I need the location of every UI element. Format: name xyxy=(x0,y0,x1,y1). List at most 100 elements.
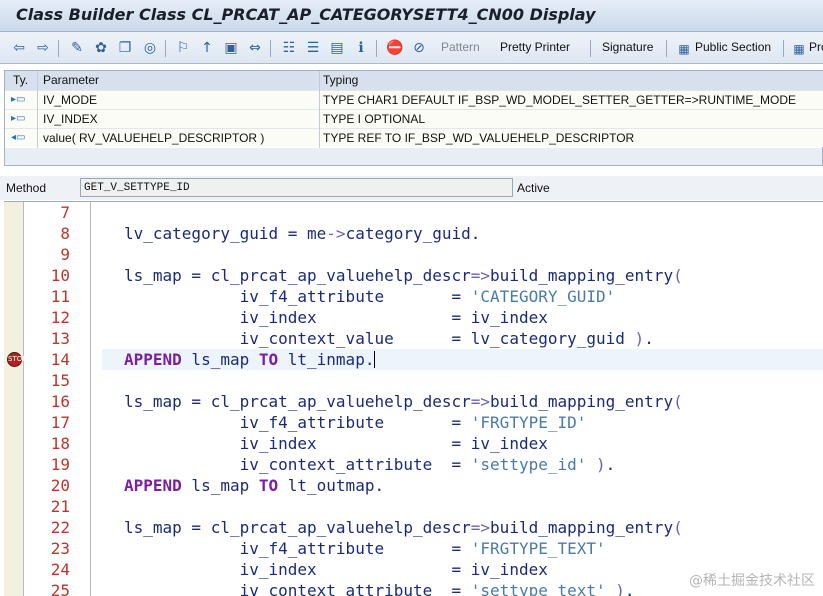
title-bar: Class Builder Class CL_PRCAT_AP_CATEGORY… xyxy=(0,0,823,32)
line-number: 22 xyxy=(50,518,70,537)
line-number: 10 xyxy=(50,266,70,285)
protected-section-icon: ▦ xyxy=(793,42,805,56)
method-label: Method xyxy=(6,181,47,195)
active-inactive-icon[interactable]: ✿ xyxy=(92,39,110,57)
toolbar-separator xyxy=(58,40,59,57)
column-divider xyxy=(319,71,320,148)
object-list-icon[interactable]: ☷ xyxy=(280,39,298,57)
parameter-name: IV_INDEX xyxy=(43,112,98,126)
code-line[interactable]: 12 iv_index = iv_index xyxy=(4,307,823,328)
activate-icon[interactable]: ↑ xyxy=(198,39,216,57)
signature-button[interactable]: Signature xyxy=(602,40,653,54)
code-text: iv_context_attribute = 'settype_id' ). xyxy=(124,455,616,474)
line-number: 13 xyxy=(50,329,70,348)
code-text: iv_f4_attribute = 'FRGTYPE_TEXT' xyxy=(124,539,606,558)
navigation-window-icon[interactable]: ⇔ xyxy=(246,39,264,57)
hierarchy-icon[interactable]: ☰ xyxy=(304,39,322,57)
code-line[interactable]: 9 xyxy=(4,244,823,265)
line-number: 9 xyxy=(60,245,70,264)
code-line[interactable]: 10 ls_map = cl_prcat_ap_valuehelp_descr=>… xyxy=(4,265,823,286)
column-divider xyxy=(37,71,38,148)
line-number: 19 xyxy=(50,455,70,474)
back-arrow-icon[interactable]: ⇦ xyxy=(10,39,28,57)
forward-arrow-icon[interactable]: ⇨ xyxy=(34,39,52,57)
info-icon[interactable]: ℹ xyxy=(352,39,370,57)
code-line[interactable]: 19 iv_context_attribute = 'settype_id' )… xyxy=(4,454,823,475)
parameter-row[interactable]: ◂▭ value( RV_VALUEHELP_DESCRIPTOR ) TYPE… xyxy=(5,128,823,147)
code-line[interactable]: 13 iv_context_value = lv_category_guid )… xyxy=(4,328,823,349)
method-name-field[interactable]: GET_V_SETTYPE_ID xyxy=(80,178,513,197)
code-line[interactable]: 20 APPEND ls_map TO lt_outmap. xyxy=(4,475,823,496)
display-object-icon[interactable]: ▤ xyxy=(328,39,346,57)
code-text: ls_map = cl_prcat_ap_valuehelp_descr=>bu… xyxy=(124,266,683,285)
line-number: 23 xyxy=(50,539,70,558)
toolbar-separator xyxy=(270,40,271,57)
other-object-icon[interactable]: ❐ xyxy=(116,39,134,57)
code-text: APPEND ls_map TO lt_inmap. xyxy=(124,350,376,369)
line-number: 14 xyxy=(50,350,70,369)
code-text: iv_f4_attribute = 'CATEGORY_GUID' xyxy=(124,287,616,306)
window-title: Class Builder Class CL_PRCAT_AP_CATEGORY… xyxy=(16,5,596,24)
parameter-table: Ty. Parameter Typing ▸▭ IV_MODE TYPE CHA… xyxy=(4,70,823,166)
delete-breakpoint-icon[interactable]: ⊘ xyxy=(410,39,428,57)
breakpoint-icon[interactable]: STOP xyxy=(7,352,26,367)
parameter-table-header: Ty. Parameter Typing xyxy=(5,71,823,90)
set-breakpoint-icon[interactable]: ⛔ xyxy=(386,39,404,57)
toolbar-separator xyxy=(165,40,166,57)
code-text: iv_index = iv_index xyxy=(124,308,548,327)
application-toolbar: ⇦ ⇨ ✎ ✿ ❐ ◎ ⚐ ↑ ▣ ⇔ ☷ ☰ ▤ ℹ ⛔ ⊘ Pattern … xyxy=(0,32,823,64)
check-icon[interactable]: ◎ xyxy=(141,39,159,57)
parameter-typing: TYPE I OPTIONAL xyxy=(323,112,426,126)
parameter-name: IV_MODE xyxy=(43,93,98,107)
returning-parameter-icon: ◂▭ xyxy=(11,132,26,143)
code-line[interactable]: 23 iv_f4_attribute = 'FRGTYPE_TEXT' xyxy=(4,538,823,559)
column-header-type[interactable]: Ty. xyxy=(13,73,28,87)
code-line[interactable]: STOP 14 APPEND ls_map TO lt_inmap. xyxy=(4,349,823,370)
importing-parameter-icon: ▸▭ xyxy=(11,113,26,124)
parameter-typing: TYPE CHAR1 DEFAULT IF_BSP_WD_MODEL_SETTE… xyxy=(323,93,796,107)
toolbar-separator xyxy=(783,40,784,57)
line-number: 8 xyxy=(60,224,70,243)
code-editor[interactable]: 7 8 lv_category_guid = me->category_guid. 9… xyxy=(4,201,823,596)
line-number: 15 xyxy=(50,371,70,390)
column-header-parameter[interactable]: Parameter xyxy=(43,73,99,87)
where-used-icon[interactable]: ⚐ xyxy=(174,39,192,57)
line-number: 20 xyxy=(50,476,70,495)
column-header-typing[interactable]: Typing xyxy=(323,73,358,87)
line-number: 7 xyxy=(60,203,70,222)
code-line[interactable]: 7 xyxy=(4,202,823,223)
line-number: 25 xyxy=(50,581,70,596)
code-line[interactable]: 22 ls_map = cl_prcat_ap_valuehelp_descr=>… xyxy=(4,517,823,538)
parameter-row[interactable]: ▸▭ IV_MODE TYPE CHAR1 DEFAULT IF_BSP_WD_… xyxy=(5,90,823,109)
parameter-typing: TYPE REF TO IF_BSP_WD_VALUEHELP_DESCRIPT… xyxy=(323,131,635,145)
method-status: Active xyxy=(517,181,550,195)
watermark-text: @稀土掘金技术社区 xyxy=(689,573,815,589)
public-section-button[interactable]: Public Section xyxy=(695,40,771,54)
parameter-table-empty-area xyxy=(5,148,822,165)
importing-parameter-icon: ▸▭ xyxy=(11,94,26,105)
method-bar: Method GET_V_SETTYPE_ID Active xyxy=(0,176,823,200)
pretty-printer-button[interactable]: Pretty Printer xyxy=(500,40,570,54)
display-change-icon[interactable]: ✎ xyxy=(68,39,86,57)
code-line[interactable]: 21 xyxy=(4,496,823,517)
toolbar-separator xyxy=(376,40,377,57)
code-text: iv_index = iv_index xyxy=(124,560,548,579)
code-text: APPEND ls_map TO lt_outmap. xyxy=(124,476,385,495)
code-line[interactable]: 8 lv_category_guid = me->category_guid. xyxy=(4,223,823,244)
line-number: 21 xyxy=(50,497,70,516)
pattern-button[interactable]: Pattern xyxy=(441,40,480,54)
code-line[interactable]: 18 iv_index = iv_index xyxy=(4,433,823,454)
parameter-name: value( RV_VALUEHELP_DESCRIPTOR ) xyxy=(43,131,265,145)
code-text: iv_context_value = lv_category_guid ). xyxy=(124,329,654,348)
test-icon[interactable]: ▣ xyxy=(222,39,240,57)
public-section-icon: ▦ xyxy=(678,42,690,56)
code-line[interactable]: 17 iv_f4_attribute = 'FRGTYPE_ID' xyxy=(4,412,823,433)
code-line[interactable]: 15 xyxy=(4,370,823,391)
code-line[interactable]: 16 ls_map = cl_prcat_ap_valuehelp_descr=>… xyxy=(4,391,823,412)
line-number: 24 xyxy=(50,560,70,579)
protected-section-button[interactable]: Pro xyxy=(809,40,823,54)
code-line[interactable]: 11 iv_f4_attribute = 'CATEGORY_GUID' xyxy=(4,286,823,307)
line-number: 17 xyxy=(50,413,70,432)
code-text: iv_f4_attribute = 'FRGTYPE_ID' xyxy=(124,413,587,432)
parameter-row[interactable]: ▸▭ IV_INDEX TYPE I OPTIONAL xyxy=(5,109,823,128)
